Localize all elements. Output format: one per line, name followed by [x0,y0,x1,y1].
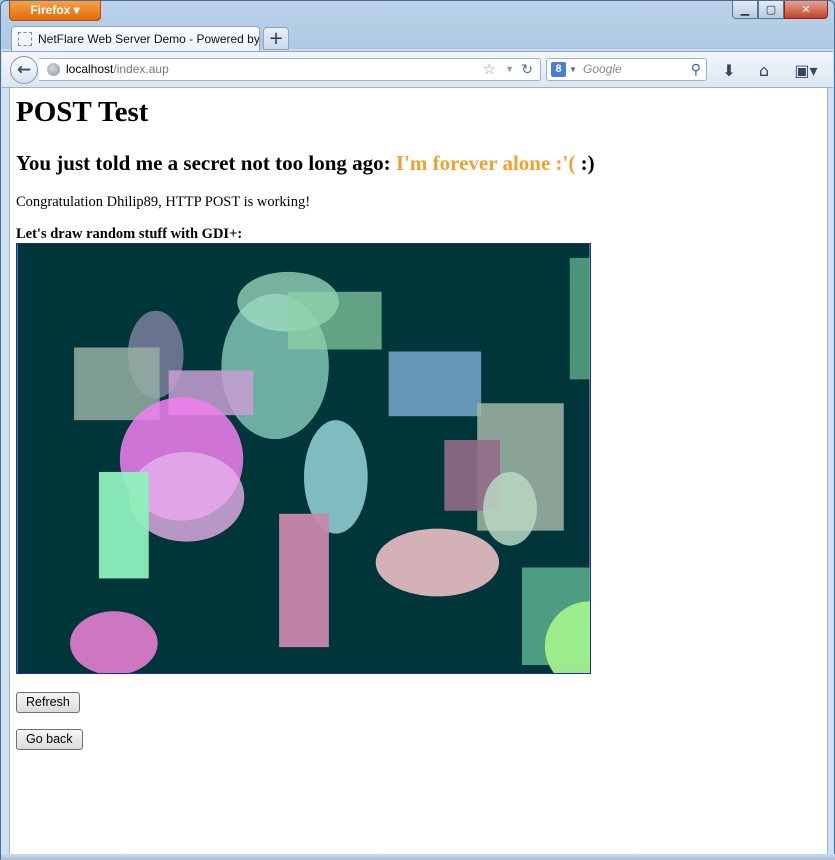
window-bottom-frame [1,854,835,860]
congrats-text: Congratulation Dhilip89, HTTP POST is wo… [16,194,311,210]
tab-title: NetFlare Web Server Demo - Powered by... [38,32,259,46]
browser-window: Firefox ▾ ▁ ▢ ✕ NetFlare Web Server Demo… [0,0,835,860]
search-engine-icon[interactable]: 8 [551,62,566,77]
bookmarks-menu-icon[interactable]: ▣▾ [790,61,822,81]
canvas-ellipse-17 [375,528,500,597]
history-dropdown-icon[interactable]: ▼ [505,59,514,80]
search-magnifier-icon[interactable]: ⚲ [691,59,701,80]
bookmark-star-icon[interactable]: ☆ [483,59,496,80]
close-window-button[interactable]: ✕ [784,1,828,19]
canvas-rect-4 [288,291,382,350]
blank-page-icon [18,32,32,46]
globe-icon [47,63,60,76]
secret-heading: You just told me a secret not too long a… [16,151,595,176]
go-back-button[interactable]: Go back [16,729,83,750]
search-box[interactable]: 8 ▼ Google ⚲ [546,58,707,81]
firefox-menu-label: Firefox [30,3,71,17]
window-caption-buttons: ▁ ▢ ✕ [732,1,828,19]
back-arrow-icon: ← [16,60,32,80]
page-title: POST Test [16,96,149,128]
maximize-button[interactable]: ▢ [758,1,784,19]
secret-prefix: You just told me a secret not too long a… [16,151,396,175]
gdi-drawing-canvas [16,243,591,674]
secret-suffix: :) [575,151,595,175]
draw-label: Let's draw random stuff with GDI+: [16,226,243,242]
search-placeholder: Google [583,62,622,76]
firefox-menu-button[interactable]: Firefox ▾ [9,1,101,21]
url-host: localhost [66,62,114,76]
canvas-ellipse-15 [483,471,537,546]
new-tab-button[interactable]: + [263,27,289,50]
reload-icon[interactable]: ↻ [521,59,533,80]
url-path: /index.aup [113,62,169,76]
canvas-ellipse-20 [70,611,158,673]
tab-netflare-demo[interactable]: NetFlare Web Server Demo - Powered by... [11,26,260,51]
back-button[interactable]: ← [10,56,38,84]
canvas-rect-8 [388,351,482,417]
page-content: POST Test You just told me a secret not … [9,88,828,854]
home-icon[interactable]: ⌂ [753,61,775,81]
canvas-rect-1 [569,257,590,380]
downloads-icon[interactable]: ⬇ [718,61,740,81]
minimize-button[interactable]: ▁ [732,1,758,19]
navigation-toolbar: ← localhost/index.aup ☆ ▼ ↻ 8 ▼ Google ⚲… [2,51,833,88]
url-text: localhost/index.aup [66,59,169,80]
refresh-button[interactable]: Refresh [16,692,80,713]
address-bar[interactable]: localhost/index.aup ☆ ▼ ↻ [39,58,541,81]
search-engine-dropdown-icon[interactable]: ▼ [569,59,577,80]
canvas-rect-13 [98,471,149,579]
canvas-rect-16 [279,513,329,648]
secret-message: I'm forever alone :'( [395,151,576,175]
